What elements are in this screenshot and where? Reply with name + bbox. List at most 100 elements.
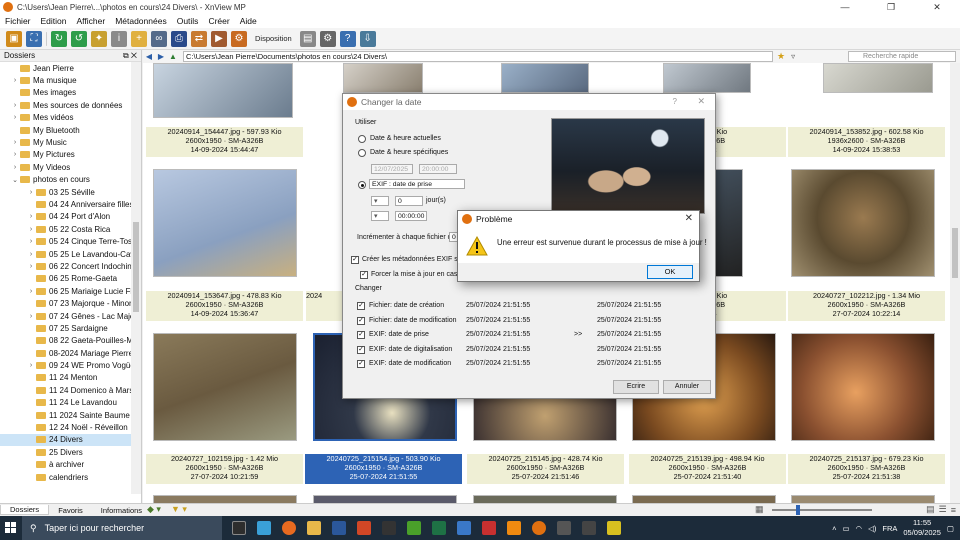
binoculars-icon[interactable]: ∞ xyxy=(151,30,167,47)
folder-tree-item[interactable]: 07 23 Majorque - Minorc xyxy=(0,297,141,309)
update-icon[interactable]: ⇩ xyxy=(359,30,376,47)
folder-tree[interactable]: Jean Pierre › Ma musique Mes images › Mes sou… xyxy=(0,62,141,494)
layout-icon[interactable]: ▤ xyxy=(299,30,316,47)
expand-arrow-icon[interactable]: › xyxy=(10,77,20,84)
powerpoint-icon[interactable] xyxy=(357,521,371,535)
specific-date-field[interactable]: 12/07/2025 xyxy=(371,164,413,174)
folder-tree-item[interactable]: › Ma musique xyxy=(0,74,141,86)
app-icon[interactable] xyxy=(582,521,596,535)
slideshow-icon[interactable]: ▶ xyxy=(211,30,227,47)
menu-creer[interactable]: Créer xyxy=(203,16,234,26)
firefox-icon[interactable] xyxy=(282,521,296,535)
task-view-icon[interactable] xyxy=(232,521,246,535)
grid-scrollbar[interactable] xyxy=(950,63,960,503)
folder-tree-item[interactable]: › My Music xyxy=(0,136,141,148)
radio-exif-date[interactable] xyxy=(358,181,366,189)
folder-tree-item[interactable]: › Mes vidéos xyxy=(0,112,141,124)
days-input[interactable]: 0 xyxy=(395,196,423,206)
thumbnail-caption[interactable]: 20240914_154447.jpg - 597.93 Kio 2600x19… xyxy=(146,127,303,157)
batch-icon[interactable]: ⚙ xyxy=(231,30,247,47)
help-icon[interactable]: ? xyxy=(339,30,356,47)
folder-tree-item[interactable]: 11 24 Menton xyxy=(0,372,141,384)
radio-current-date[interactable] xyxy=(358,135,366,143)
folder-tree-item[interactable]: ⌄ photos en cours xyxy=(0,174,141,186)
taskbar-search[interactable]: ⚲ Taper ici pour rechercher xyxy=(22,516,222,540)
folder-tree-item[interactable]: › 09 24 WE Promo Vogüé xyxy=(0,359,141,371)
path-input[interactable]: C:\Users\Jean Pierre\Documents\photos en… xyxy=(183,51,773,62)
tag-filter-icon[interactable]: ◆ ▾ xyxy=(147,504,161,515)
thumbnail-size-slider[interactable] xyxy=(772,504,873,515)
cancel-button[interactable]: Annuler xyxy=(663,380,711,394)
menu-aide[interactable]: Aide xyxy=(235,16,262,26)
folder-tree-item[interactable]: à archiver xyxy=(0,459,141,471)
folder-tree-item[interactable]: › 04 24 Port d'Alon xyxy=(0,211,141,223)
menu-outils[interactable]: Outils xyxy=(172,16,204,26)
back-arrow-icon[interactable]: ◀ xyxy=(143,52,155,61)
ok-button[interactable]: OK xyxy=(647,265,693,279)
expand-arrow-icon[interactable]: › xyxy=(10,164,20,171)
thumbnail-image[interactable] xyxy=(473,495,617,503)
folder-add-icon[interactable]: + xyxy=(131,30,147,47)
thumbnail-image[interactable] xyxy=(501,63,589,93)
volume-icon[interactable]: ◁) xyxy=(868,524,876,533)
calculator-icon[interactable] xyxy=(457,521,471,535)
write-button[interactable]: Ecrire xyxy=(613,380,659,394)
filter-funnel-icon[interactable]: ▼ ▾ xyxy=(171,504,187,515)
thumbnail-image[interactable] xyxy=(153,333,297,441)
folder-tree-item[interactable]: 11 24 Domenico à Marse xyxy=(0,384,141,396)
thumbnail-image[interactable] xyxy=(791,333,935,441)
start-button[interactable] xyxy=(0,516,22,540)
thumbnail-image[interactable] xyxy=(791,495,935,503)
change-row-checkbox[interactable]: ✓ xyxy=(357,316,365,325)
menu-fichier[interactable]: Fichier xyxy=(0,16,36,26)
print-icon[interactable]: ⎙ xyxy=(171,30,187,47)
rotate-icon[interactable]: ↺ xyxy=(71,30,87,47)
thumbnail-image[interactable] xyxy=(313,495,457,503)
slider-knob[interactable] xyxy=(796,504,801,515)
thumbnail-caption-selected[interactable]: 20240725_215154.jpg - 503.90 Kio 2600x19… xyxy=(305,454,462,484)
folder-tree-scrollbar[interactable] xyxy=(131,62,141,494)
star-icon[interactable]: ★ xyxy=(777,51,785,62)
folder-tree-item[interactable]: › My Pictures xyxy=(0,149,141,161)
expand-arrow-icon[interactable]: › xyxy=(10,102,20,109)
thumbnail-image[interactable] xyxy=(343,63,423,93)
convert-icon[interactable]: ⇄ xyxy=(191,30,207,47)
thumbnail-caption[interactable]: 20240727_102159.jpg - 1.42 Mio 2600x1950… xyxy=(146,454,303,484)
tab-favoris[interactable]: Favoris xyxy=(49,506,92,515)
create-exif-checkbox[interactable]: ✓ xyxy=(351,256,359,264)
thumbnail-caption[interactable]: 20240725_215145.jpg - 428.74 Kio 2600x19… xyxy=(467,454,624,484)
app-icon[interactable] xyxy=(607,521,621,535)
dialog-help-button[interactable]: ? xyxy=(673,97,677,106)
change-row-checkbox[interactable]: ✓ xyxy=(357,331,365,339)
up-arrow-icon[interactable]: ▲ xyxy=(167,52,179,61)
error-close-button[interactable]: ✕ xyxy=(685,213,693,224)
folder-tree-item[interactable]: 11 24 Le Lavandou xyxy=(0,397,141,409)
folder-tree-item[interactable]: › 06 22 Concert Indochine xyxy=(0,260,141,272)
folder-tree-item[interactable]: › 05 22 Costa Rica xyxy=(0,223,141,235)
thumbnail-image[interactable] xyxy=(632,495,776,503)
forward-arrow-icon[interactable]: ▶ xyxy=(155,52,167,61)
menu-afficher[interactable]: Afficher xyxy=(72,16,111,26)
dialog-close-button[interactable]: ✕ xyxy=(697,96,705,107)
thumbnail-image[interactable] xyxy=(153,63,293,118)
word-icon[interactable] xyxy=(332,521,346,535)
pdf-icon[interactable] xyxy=(482,521,496,535)
expand-arrow-icon[interactable]: › xyxy=(26,213,36,220)
thumbnail-image[interactable] xyxy=(791,169,935,277)
folder-tree-item[interactable]: 08 22 Gaeta-Pouilles-Ma xyxy=(0,335,141,347)
view-mode-icon[interactable]: ▤ xyxy=(926,504,935,515)
disposition-dropdown[interactable]: Disposition xyxy=(251,34,296,43)
expand-arrow-icon[interactable]: › xyxy=(26,362,36,369)
folder-tree-item[interactable]: calendriers xyxy=(0,471,141,483)
info-icon[interactable]: i xyxy=(111,30,127,47)
specific-time-field[interactable]: 20:00:00 xyxy=(419,164,457,174)
scroll-thumb[interactable] xyxy=(952,228,958,278)
thumbnail-image[interactable] xyxy=(153,495,297,503)
minimize-button[interactable]: — xyxy=(822,0,868,14)
change-row-checkbox[interactable]: ✓ xyxy=(357,302,365,310)
tab-dossiers[interactable]: Dossiers xyxy=(0,505,50,515)
folder-tree-item[interactable]: 11 2024 Sainte Baume xyxy=(0,409,141,421)
thumbnail-caption[interactable]: 20240914_153852.jpg - 602.58 Kio 1936x26… xyxy=(788,127,945,157)
folder-tree-item[interactable]: Mes images xyxy=(0,87,141,99)
clock[interactable]: 11:55 05/09/2025 xyxy=(903,518,941,538)
